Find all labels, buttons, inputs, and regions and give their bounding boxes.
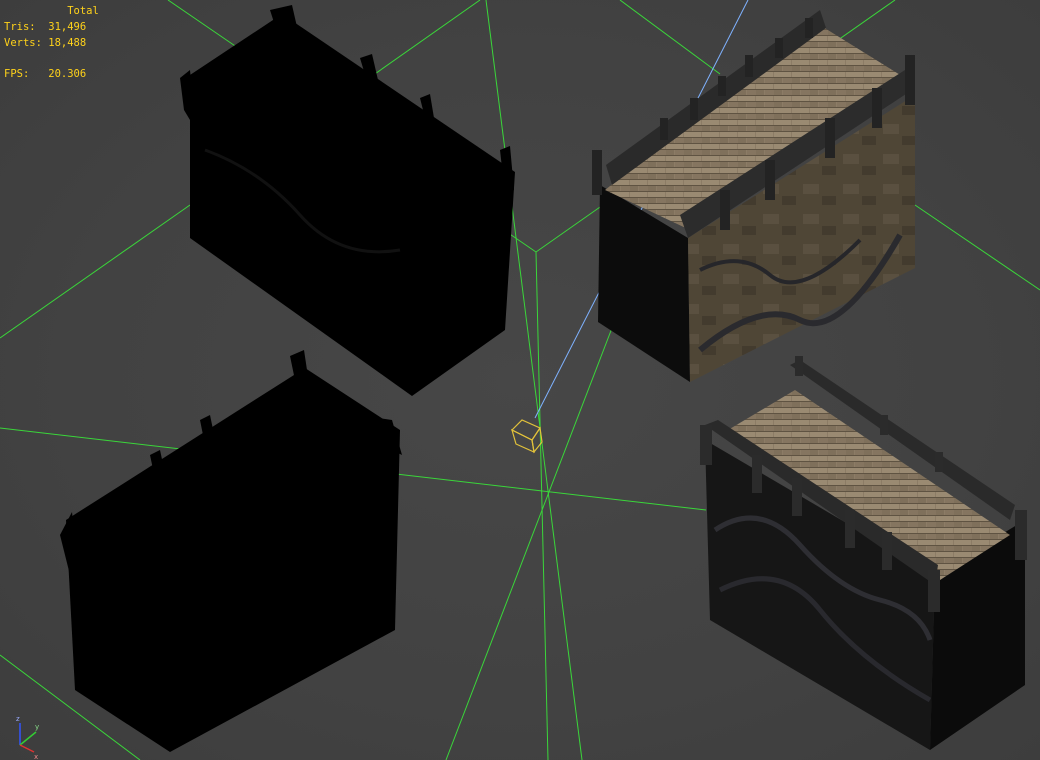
viewport-statistics: Total Tris: 31,496 Verts: 18,488 FPS: 20… — [4, 3, 99, 82]
camera-box-icon — [510, 419, 543, 454]
svg-text:y: y — [35, 723, 39, 731]
building-textured-bottom-right — [700, 356, 1027, 750]
verts-label: Verts: — [4, 37, 42, 49]
axis-tripod-icon: z y x — [16, 715, 39, 760]
stats-tris-row: Tris: 31,496 — [4, 19, 99, 35]
svg-text:x: x — [34, 753, 38, 760]
tris-label: Tris: — [4, 21, 36, 33]
stats-verts-row: Verts: 18,488 — [4, 35, 99, 51]
fps-label: FPS: — [4, 68, 30, 80]
verts-value: 18,488 — [48, 37, 87, 49]
viewport-scene[interactable]: z y x — [0, 0, 1040, 760]
stats-fps-row: FPS: 20.306 — [4, 66, 99, 82]
stats-total-label: Total — [67, 5, 99, 17]
building-untextured-top-left — [180, 5, 515, 396]
building-textured-top-right — [592, 10, 915, 382]
svg-text:z: z — [16, 715, 20, 723]
perspective-viewport[interactable]: z y x Total Tris: 31,496 Verts: 18,488 F… — [0, 0, 1040, 760]
building-untextured-bottom-left — [60, 350, 402, 752]
stats-header: Total — [4, 3, 99, 19]
tris-value: 31,496 — [48, 21, 87, 33]
fps-value: 20.306 — [48, 68, 87, 80]
